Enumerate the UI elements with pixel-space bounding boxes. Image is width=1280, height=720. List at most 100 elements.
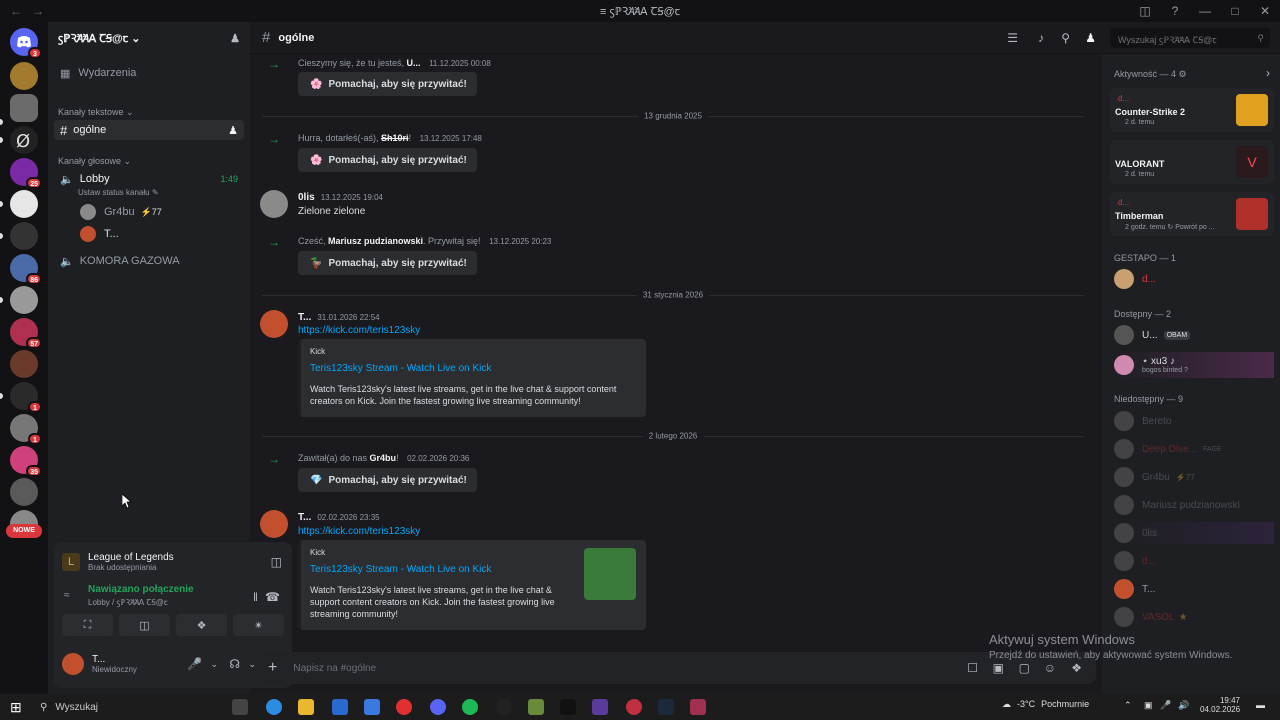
message-input[interactable]: Napisz na #ogólne — [293, 663, 376, 674]
edge-icon[interactable] — [266, 699, 282, 715]
gift-icon[interactable]: ☐ — [967, 661, 978, 675]
server-icon[interactable]: 25 — [10, 158, 42, 189]
calendar-app-icon[interactable] — [364, 699, 380, 715]
app-icon[interactable] — [690, 699, 706, 715]
activity-card[interactable]: d... Counter-Strike 2 2 d. temu — [1110, 88, 1274, 132]
file-explorer-icon[interactable] — [298, 699, 314, 715]
embed-provider[interactable]: Kick — [310, 548, 325, 557]
volume-icon[interactable]: 🔊 — [1178, 700, 1189, 711]
microphone-icon[interactable]: 🎤 — [187, 657, 202, 671]
member-item[interactable]: Deep Dive... FAGE — [1114, 438, 1274, 460]
avatar[interactable] — [62, 653, 84, 675]
avatar[interactable] — [260, 510, 288, 538]
camera-icon[interactable]: ⛶ — [62, 614, 113, 636]
apps-icon[interactable]: ❖ — [1071, 661, 1082, 675]
invite-icon[interactable]: ♟ — [228, 124, 238, 137]
voice-category[interactable]: Kanały głosowe ⌄ — [58, 156, 131, 167]
wave-button[interactable]: 🌸 Pomachaj, aby się przywitać! — [298, 148, 477, 172]
server-icon[interactable] — [10, 222, 38, 250]
task-view-icon[interactable] — [232, 699, 248, 715]
server-icon[interactable] — [10, 62, 38, 90]
spotify-icon[interactable] — [462, 699, 478, 715]
voice-channel-lobby[interactable]: 🔈 Lobby 1:49 — [54, 169, 244, 189]
embed-thumbnail[interactable] — [584, 548, 636, 600]
voice-status[interactable]: Ustaw status kanału ✎ — [78, 188, 159, 197]
minecraft-icon[interactable] — [528, 699, 544, 715]
username[interactable]: T... — [92, 654, 137, 665]
member-item[interactable]: VASOL ★ — [1114, 606, 1274, 628]
message-link[interactable]: https://kick.com/teris123sky — [298, 325, 420, 336]
voice-member[interactable]: T... — [74, 224, 244, 244]
microphone-tray-icon[interactable]: 🎤 — [1160, 700, 1171, 711]
tray-chevron-icon[interactable]: ⌃ — [1124, 700, 1132, 711]
member-item[interactable]: 0lis — [1114, 522, 1274, 544]
bell-icon[interactable]: ♪ — [1038, 31, 1044, 45]
notifications-icon[interactable]: ▬ — [1256, 700, 1265, 710]
weather-widget[interactable]: ☁ -3°C Pochmurnie — [1002, 699, 1089, 710]
server-icon[interactable] — [10, 286, 38, 314]
screenshare-icon[interactable]: ◫ — [119, 614, 170, 636]
close-icon[interactable]: ✕ — [1250, 4, 1280, 18]
members-icon[interactable]: ♟ — [1085, 31, 1096, 45]
channel-ogolne[interactable]: # ogólne ♟ — [54, 120, 244, 140]
server-icon[interactable]: 86 — [10, 254, 42, 285]
activity-card[interactable]: d... Timberman 2 godz. temu ↻ Powrót po … — [1110, 192, 1274, 236]
wave-button[interactable]: 🦆 Pomachaj, aby się przywitać! — [298, 251, 477, 275]
gif-icon[interactable]: ▣ — [993, 661, 1004, 675]
help-icon[interactable]: ? — [1160, 4, 1190, 18]
member-item[interactable]: T... — [1114, 578, 1274, 600]
voice-channel-komora[interactable]: 🔈 KOMORA GAZOWA — [54, 251, 244, 271]
maximize-icon[interactable]: □ — [1220, 4, 1250, 18]
plus-icon[interactable]: + — [268, 659, 277, 677]
server-icon[interactable]: 1 — [10, 414, 42, 445]
member-item[interactable]: ⋆ xu3 ♪ bogos binted ? — [1114, 352, 1274, 378]
emoji-icon[interactable]: ☺ — [1044, 661, 1056, 675]
wave-button[interactable]: 💎 Pomachaj, aby się przywitać! — [298, 468, 477, 492]
member-item[interactable]: d... — [1114, 550, 1274, 572]
text-category[interactable]: Kanały tekstowe ⌄ — [58, 107, 134, 118]
home-button[interactable]: 3 — [10, 28, 42, 59]
inbox-icon[interactable]: ◫ — [1130, 4, 1160, 18]
chevron-down-icon[interactable]: ⌄ — [210, 659, 218, 670]
search-input[interactable]: Wyszukaj ꚃℙꝚꞺꞺꓮ ꞆꞨ@ꞇ ⚲ — [1110, 28, 1270, 48]
embed-provider[interactable]: Kick — [310, 347, 325, 356]
connection-channel[interactable]: Lobby / ꚃℙꝚꞺꞺꓮ ꞆꞨ@ꞇ — [88, 597, 168, 608]
minimize-icon[interactable]: — — [1190, 4, 1220, 18]
taskbar-search[interactable]: ⚲ Wyszukaj — [36, 697, 216, 717]
clock[interactable]: 19:47 04.02.2026 — [1200, 696, 1240, 714]
member-item[interactable]: U... OBAM — [1114, 324, 1274, 346]
server-icon[interactable]: 35 — [10, 446, 42, 477]
epic-games-icon[interactable] — [560, 699, 576, 715]
add-member-icon[interactable]: ♟ — [230, 32, 240, 45]
forward-icon[interactable]: → — [32, 4, 44, 18]
server-icon[interactable]: 57 — [10, 318, 42, 349]
lol-taskbar-icon[interactable] — [658, 699, 674, 715]
windows-start-icon[interactable]: ⊞ — [10, 699, 22, 716]
network-icon[interactable]: ▣ — [1144, 700, 1153, 711]
embed-title[interactable]: Teris123sky Stream - Watch Live on Kick — [310, 564, 491, 575]
connection-status[interactable]: Nawiązano połączenie — [88, 584, 194, 595]
member-item[interactable]: d... — [1114, 268, 1274, 290]
voice-member[interactable]: Gr4bu ⚡77 — [74, 202, 244, 222]
message-link[interactable]: https://kick.com/teris123sky — [298, 526, 420, 537]
message-author[interactable]: 0lis 13.12.2025 19:04 — [298, 192, 383, 203]
outlook-icon[interactable] — [332, 699, 348, 715]
back-icon[interactable]: ← — [10, 4, 22, 18]
message-author[interactable]: T... 31.01.2026 22:54 — [298, 312, 380, 323]
sticker-icon[interactable]: ▢ — [1019, 661, 1030, 675]
server-icon[interactable]: Ø — [10, 126, 38, 154]
avatar[interactable] — [260, 190, 288, 218]
guild-header[interactable]: ꚃℙꝚꞺꞺꓮ ꞆꞨ@ꞇ ⌄ ♟ — [48, 22, 250, 54]
headphones-icon[interactable]: ☊ — [229, 657, 240, 671]
events-item[interactable]: ▦ Wydarzenia — [54, 63, 244, 83]
threads-icon[interactable]: ☰ — [1007, 31, 1018, 45]
member-item[interactable]: Gr4bu ⚡77 — [1114, 466, 1274, 488]
activity-card[interactable]: VALORANT 2 d. temu V — [1110, 140, 1274, 184]
chevron-down-icon[interactable]: ⌄ — [248, 659, 256, 670]
app-icon[interactable] — [496, 699, 512, 715]
wave-button[interactable]: 🌸 Pomachaj, aby się przywitać! — [298, 72, 477, 96]
member-item[interactable]: Bereto — [1114, 410, 1274, 432]
app-icon[interactable] — [592, 699, 608, 715]
app-icon[interactable] — [626, 699, 642, 715]
embed-title[interactable]: Teris123sky Stream - Watch Live on Kick — [310, 363, 491, 374]
